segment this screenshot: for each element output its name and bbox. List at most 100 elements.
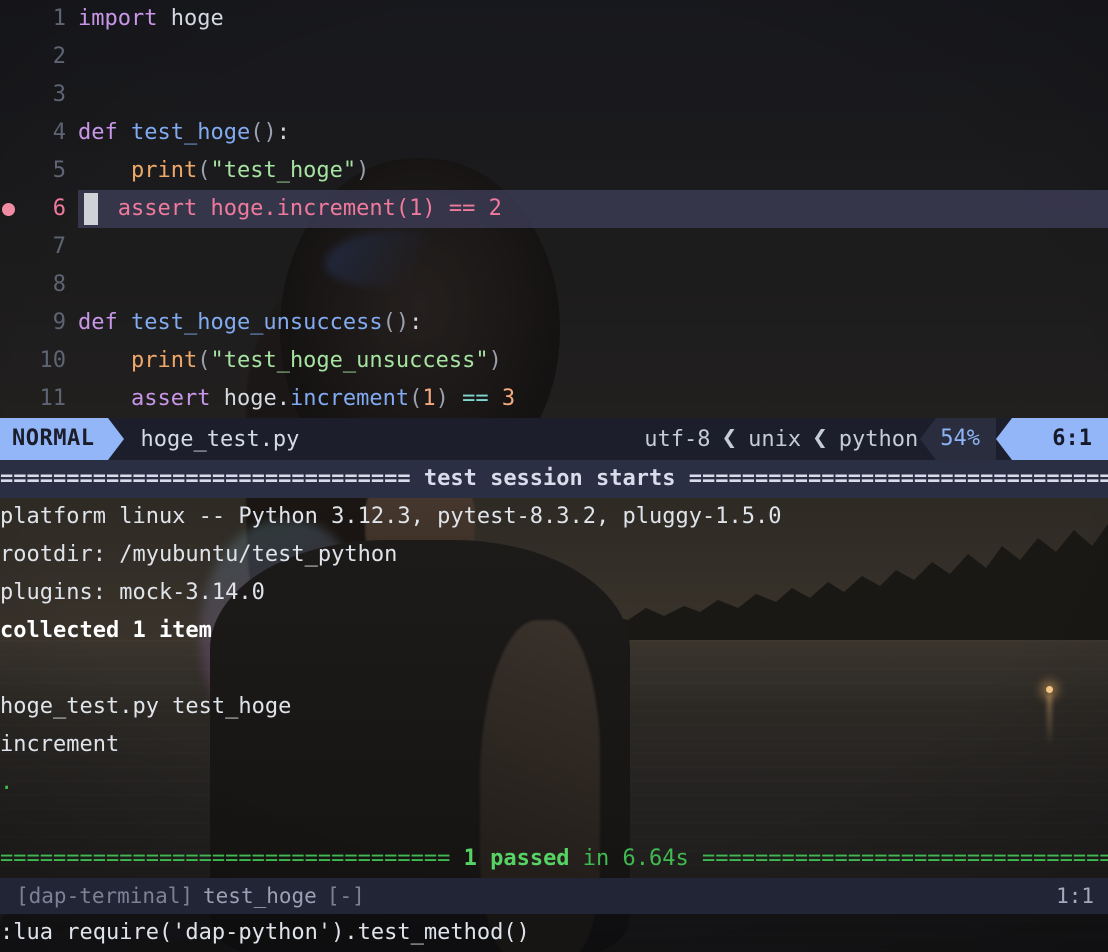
breakpoint-icon[interactable]: [2, 203, 15, 216]
code-text: print("test_hoge_unsuccess"): [78, 348, 502, 373]
summary-token: in: [569, 846, 623, 871]
terminal-text: collected 1 item: [0, 618, 212, 643]
code-text: assert hoge.increment(1) == 3: [78, 386, 515, 411]
code-token: assert: [130, 386, 211, 411]
summary-token: 1 passed: [463, 846, 570, 871]
statusline-filename[interactable]: hoge_test.py: [124, 427, 299, 452]
terminal-line: platform linux -- Python 3.12.3, pytest-…: [0, 498, 1108, 536]
terminal-line: rootdir: /myubuntu/test_python: [0, 536, 1108, 574]
terminal-cursor-position: 1:1: [1056, 884, 1094, 908]
terminal-modified-flag: [-]: [326, 884, 365, 908]
chevron-left-icon-2: ❮: [812, 423, 828, 453]
code-line[interactable]: 2: [0, 38, 1108, 76]
code-token: test_hoge: [130, 120, 251, 145]
line-number: 8: [52, 272, 66, 297]
summary-token: 6.64s: [622, 846, 689, 871]
code-token: (): [250, 120, 277, 145]
line-number: 10: [39, 348, 67, 373]
line-number: 11: [39, 386, 67, 411]
pytest-output: platform linux -- Python 3.12.3, pytest-…: [0, 498, 1108, 840]
code-token: def: [78, 120, 131, 145]
line-number: 5: [52, 158, 66, 183]
code-line[interactable]: 10 print("test_hoge_unsuccess"): [0, 342, 1108, 380]
code-token: "test_hoge": [210, 158, 357, 183]
terminal-line: collected 1 item: [0, 612, 1108, 650]
encoding-label: utf-8: [644, 426, 711, 452]
code-text: assert hoge.increment(1) == 2: [78, 196, 502, 221]
chevron-left-icon-1: ❮: [721, 423, 738, 453]
line-number: 3: [52, 82, 66, 107]
code-token: (: [409, 386, 423, 411]
cursor-position: 6:1: [1012, 418, 1108, 460]
terminal-text: increment: [0, 732, 120, 757]
line-number: 1: [52, 6, 66, 31]
terminal-line: .: [0, 764, 1108, 802]
code-token: hoge: [170, 6, 224, 31]
command-line[interactable]: :lua require('dap-python').test_method(): [0, 914, 1108, 952]
filetype-label: python: [838, 426, 919, 452]
code-token: :: [276, 120, 290, 145]
terminal-pane[interactable]: =============================== test ses…: [0, 460, 1108, 878]
line-number: 4: [52, 120, 66, 145]
position-separator-icon: [996, 418, 1012, 460]
code-line[interactable]: 4 def test_hoge():: [0, 114, 1108, 152]
fileformat-label: unix: [748, 426, 802, 452]
pytest-summary-line: ================================== 1 pas…: [0, 840, 1108, 878]
code-token: print: [130, 158, 198, 183]
terminal-text: platform linux -- Python 3.12.3, pytest-…: [0, 504, 782, 529]
code-line[interactable]: 8: [0, 266, 1108, 304]
mode-separator-icon: [108, 418, 125, 460]
pytest-session-header: =============================== test ses…: [0, 460, 1108, 498]
code-line[interactable]: 5 print("test_hoge"): [0, 152, 1108, 190]
code-token: (: [197, 158, 211, 183]
terminal-statusline: [dap-terminal] test_hoge [-] 1:1: [0, 878, 1108, 914]
code-line[interactable]: 11 assert hoge.increment(1) == 3: [0, 380, 1108, 418]
code-token: ): [435, 386, 449, 411]
terminal-line: hoge_test.py test_hoge: [0, 688, 1108, 726]
terminal-text: rootdir: /myubuntu/test_python: [0, 542, 398, 567]
code-line[interactable]: 6 assert hoge.increment(1) == 2: [0, 190, 1108, 228]
percent-separator-icon: [920, 418, 937, 460]
code-token: (: [197, 348, 211, 373]
terminal-name: test_hoge: [203, 884, 317, 908]
code-token: increment: [289, 386, 410, 411]
summary-token: ==================================: [688, 846, 1108, 871]
statusline: NORMAL hoge_test.py utf-8 ❮ unix ❮ pytho…: [0, 418, 1108, 460]
terminal-text: hoge_test.py test_hoge: [0, 694, 292, 719]
terminal-line: plugins: mock-3.14.0: [0, 574, 1108, 612]
line-number: 9: [52, 310, 66, 335]
code-token: 3: [501, 386, 516, 411]
mode-indicator: NORMAL: [0, 418, 109, 460]
terminal-tag: [dap-terminal]: [16, 884, 194, 908]
code-token: :: [409, 310, 423, 335]
terminal-line: increment: [0, 726, 1108, 764]
code-editor-pane[interactable]: 1 import hoge 2 3 4 def test_hoge(): 5 print("…: [0, 0, 1108, 418]
code-token: ): [356, 158, 370, 183]
code-token: def: [78, 310, 131, 335]
code-token: test_hoge_unsuccess: [130, 310, 383, 335]
code-line[interactable]: 7: [0, 228, 1108, 266]
terminal-title-group: [dap-terminal] test_hoge [-]: [16, 884, 365, 908]
code-line[interactable]: 3: [0, 76, 1108, 114]
line-number: 2: [52, 44, 66, 69]
code-token: hoge.: [210, 386, 290, 411]
line-number: 7: [52, 234, 66, 259]
code-line[interactable]: 1 import hoge: [0, 0, 1108, 38]
terminal-text: plugins: mock-3.14.0: [0, 580, 265, 605]
code-line[interactable]: 9 def test_hoge_unsuccess():: [0, 304, 1108, 342]
code-token: import: [78, 6, 171, 31]
code-token: ): [488, 348, 502, 373]
neovim-window: 1 import hoge 2 3 4 def test_hoge(): 5 print("…: [0, 0, 1108, 952]
code-token: "test_hoge_unsuccess": [210, 348, 489, 373]
code-text: import hoge: [78, 6, 224, 31]
terminal-text: .: [0, 770, 14, 795]
scroll-percent: 54%: [936, 418, 996, 460]
code-text: print("test_hoge"): [78, 158, 369, 183]
